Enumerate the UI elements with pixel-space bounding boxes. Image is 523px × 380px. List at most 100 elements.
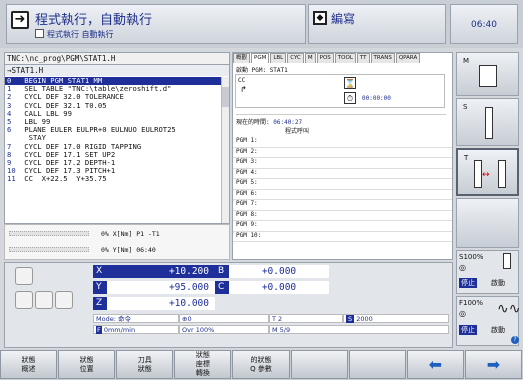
axis-x-value: +10.200 <box>107 265 215 278</box>
axis-b-value: +0.000 <box>229 265 329 278</box>
active-pgm: 啟動 PGM: STAT1 <box>236 67 288 74</box>
softkey-bar: 狀態 概述 狀態 位置 刀具 狀態 狀態 座標 轉換 的狀態 Q 參數 ⬅ ➡ <box>0 350 523 380</box>
pgm-call-row: PGM 8: <box>233 211 452 221</box>
off-on-icon: ◎ <box>459 263 466 272</box>
page-right-button[interactable]: ➡ <box>464 350 522 379</box>
axis-b-label: B <box>215 265 229 278</box>
program-line[interactable]: 11 CC X+22.5 Y+35.75 <box>5 175 221 183</box>
pgm-call-rows: PGM 1: PGM 2: PGM 3: PGM 4: PGM 5: PGM 6: PGM … <box>233 137 452 242</box>
status-tab[interactable]: CYC <box>287 53 304 63</box>
pgm-call-row: PGM 2: <box>233 148 452 158</box>
softkey[interactable]: 狀態 概述 <box>0 350 58 379</box>
page-left-button[interactable]: ⬅ <box>406 350 464 379</box>
feed-icon: ∿∿ <box>497 301 521 317</box>
spindle-override-icon <box>503 253 511 269</box>
feed-off-on-icon: ◎ <box>459 309 466 318</box>
timer-value: 00:00:00 <box>362 95 391 102</box>
axis-y-label: Y <box>93 281 107 294</box>
timer-icon: ⏱ <box>344 92 356 104</box>
spindle-override-panel[interactable]: S100% ◎ 停止 啟動 <box>456 250 519 294</box>
axis-z-value: +10.000 <box>107 297 215 310</box>
status-tab[interactable]: POS <box>316 53 334 63</box>
position-panel: X +10.200 B +0.000 Y +95.000 C +0.000 Z … <box>4 262 453 348</box>
progress-label-1: 0% X[Nm] P1 -T1 <box>101 230 160 238</box>
axis-x-label: X <box>93 265 107 278</box>
status-tabs: 概觀 PGM LBL CYC M POS TOOL TT TRANS QPARA <box>233 53 421 63</box>
feed-override-panel[interactable]: F100% ∿∿ ◎ 停止 啟動 ? <box>456 296 521 346</box>
blank-softkey-2[interactable] <box>348 350 406 379</box>
m-info: M 5/9 <box>269 325 449 334</box>
progress-bar-2 <box>9 247 89 252</box>
program-icon <box>35 29 44 38</box>
hourglass-icon: ⌛ <box>344 77 356 89</box>
blank-button-3[interactable] <box>55 291 73 309</box>
mode-panel[interactable]: ➜ 程式執行，自動執行 程式執行 自動執行 <box>6 4 306 44</box>
status-tab[interactable]: TT <box>356 53 370 63</box>
axis-c-value: +0.000 <box>229 281 329 294</box>
softkey[interactable]: 狀態 位置 <box>58 350 116 379</box>
scrollbar-thumb[interactable] <box>222 87 229 107</box>
position-mode-button[interactable] <box>15 267 33 285</box>
softkey[interactable]: 刀具 狀態 <box>116 350 174 379</box>
mode-title: 程式執行，自動執行 <box>35 13 153 28</box>
cc-label: CC <box>238 77 246 84</box>
tool-length-arrow-icon: ↔ <box>482 170 490 180</box>
pgm-call-row: PGM 10: <box>233 232 452 242</box>
auto-run-icon: ➜ <box>11 11 29 29</box>
blank-button-1[interactable] <box>15 291 33 309</box>
edit-mode-button[interactable]: ◆ 編寫 <box>308 4 446 44</box>
tool-icon-right <box>498 160 506 188</box>
tool-key[interactable]: T ↔ <box>456 148 519 196</box>
progress-panel: 0% X[Nm] P1 -T1 0% Y[Nm] 06:40 <box>4 224 230 260</box>
status-tab[interactable]: TOOL <box>334 53 356 63</box>
program-file: →STAT1.H <box>5 65 229 76</box>
status-tab[interactable]: M <box>304 53 316 63</box>
axis-y-value: +95.000 <box>107 281 215 294</box>
override-info: Ovr 100% <box>179 325 269 334</box>
progress-label-2: 0% Y[Nm] 06:40 <box>101 246 156 254</box>
progress-bar-1 <box>9 231 89 236</box>
softkey[interactable]: 狀態 座標 轉換 <box>174 350 232 379</box>
page-left-icon: ⬅ <box>428 354 443 374</box>
f-zero-info: ⊕0 <box>179 314 269 323</box>
status-tab[interactable]: TRANS <box>370 53 395 63</box>
m-function-icon <box>479 65 497 87</box>
softkey[interactable]: 的狀態 Q 參數 <box>232 350 290 379</box>
pgm-call-row: PGM 7: <box>233 200 452 211</box>
pgm-call-row: PGM 5: <box>233 179 452 190</box>
cc-arrow-icon: ↱ <box>240 85 247 94</box>
edit-icon: ◆ <box>313 11 327 25</box>
empty-right-key[interactable] <box>456 198 519 248</box>
page-right-icon: ➡ <box>486 354 501 374</box>
pgm-call-row: PGM 4: <box>233 169 452 179</box>
spindle-key[interactable]: S <box>456 98 519 146</box>
program-call-label: 程式呼叫 <box>285 128 310 135</box>
status-panel: 概觀 PGM LBL CYC M POS TOOL TT TRANS QPARA 啟動 PGM: … <box>232 52 453 260</box>
pgm-call-row: PGM 3: <box>233 158 452 169</box>
m-function-key[interactable]: M <box>456 52 519 96</box>
program-scrollbar[interactable] <box>221 77 229 223</box>
program-path: TNC:\nc_prog\PGM\STAT1.H <box>5 53 229 65</box>
status-tab[interactable]: LBL <box>270 53 287 63</box>
mode-info: Mode: 命令 <box>93 314 179 323</box>
help-icon[interactable]: ? <box>511 336 519 344</box>
blank-softkey-1[interactable] <box>290 350 348 379</box>
axis-z-label: Z <box>93 297 107 310</box>
pgm-call-row: PGM 6: <box>233 190 452 200</box>
status-tab[interactable]: PGM <box>251 53 270 63</box>
clock: 06:40 <box>450 4 518 44</box>
program-lines[interactable]: 0 BEGIN PGM STAT1 MM 1 SEL TABLE "TNC:\ta… <box>5 76 221 183</box>
spindle-info: S 2000 <box>343 314 449 323</box>
feed-info: F 0mm/min <box>93 325 179 334</box>
edit-label: 編寫 <box>331 12 356 26</box>
status-tab[interactable]: 概觀 <box>233 53 251 63</box>
blank-button-2[interactable] <box>35 291 53 309</box>
pgm-call-row: PGM 9: <box>233 221 452 232</box>
current-time: 現在的時間: 06:40:27 <box>236 114 446 126</box>
mode-subtitle: 程式執行 自動執行 <box>35 29 114 40</box>
spindle-icon <box>485 107 493 139</box>
status-tab[interactable]: QPARA <box>395 53 421 63</box>
tool-info: T 2 <box>269 314 343 323</box>
pgm-call-row: PGM 1: <box>233 137 452 148</box>
cc-box: CC ↱ ⌛ ⏱ 00:00:00 <box>235 74 445 108</box>
